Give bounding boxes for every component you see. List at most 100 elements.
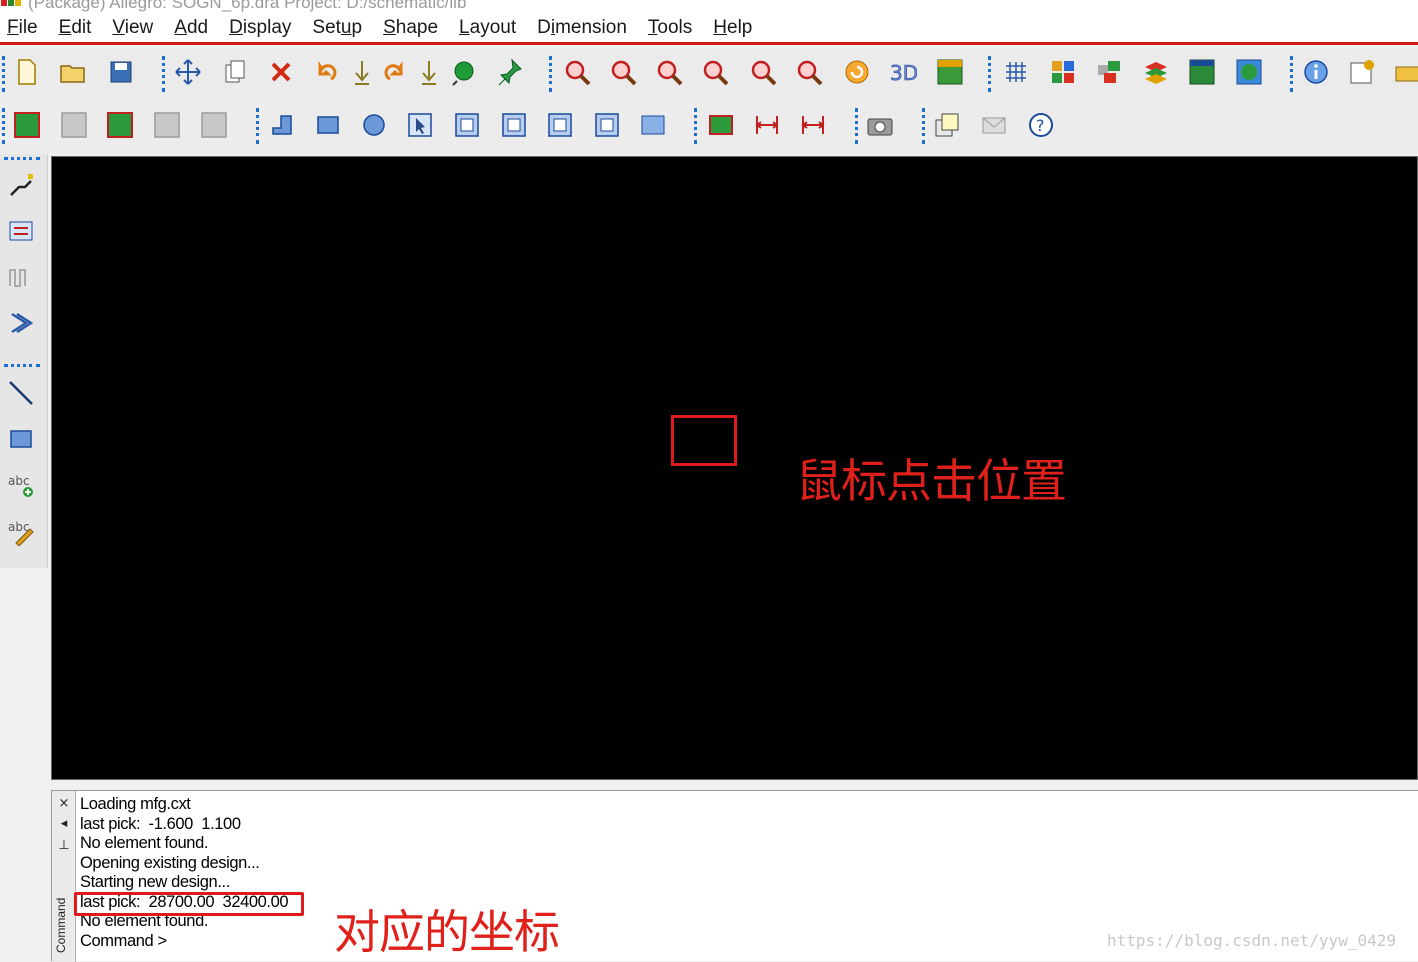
- menu-help[interactable]: Help: [713, 17, 752, 39]
- delete-icon[interactable]: [264, 55, 298, 89]
- grid-icon[interactable]: [999, 55, 1033, 89]
- dimension-linear-icon[interactable]: [750, 108, 784, 142]
- zoom-in-icon[interactable]: [652, 55, 686, 89]
- command-line: Opening existing design...: [80, 853, 260, 872]
- add-connect-icon[interactable]: [4, 168, 38, 202]
- toolbar-grip[interactable]: [2, 108, 6, 144]
- command-line: last pick: -1.600 1.100: [80, 814, 241, 833]
- command-panel-label: Command: [54, 897, 68, 953]
- shape-gray-2-icon[interactable]: [150, 108, 184, 142]
- refresh-icon[interactable]: [840, 55, 874, 89]
- menu-setup[interactable]: Setup: [312, 17, 362, 39]
- down-arrow-icon[interactable]: [345, 55, 379, 89]
- toolbar-grip[interactable]: [549, 56, 553, 92]
- flip-board-icon[interactable]: [933, 55, 967, 89]
- select-shape-icon[interactable]: [403, 108, 437, 142]
- shape-void-icon[interactable]: [497, 108, 531, 142]
- redo-icon[interactable]: [378, 55, 412, 89]
- shape-square-icon[interactable]: [543, 108, 577, 142]
- toolbar-grip[interactable]: [855, 108, 859, 144]
- menu-tools[interactable]: Tools: [648, 17, 692, 39]
- svg-text:3D: 3D: [890, 61, 917, 85]
- shape-edit-icon[interactable]: [636, 108, 670, 142]
- open-folder-icon[interactable]: [56, 55, 90, 89]
- copy-window-icon[interactable]: [930, 108, 964, 142]
- help-icon[interactable]: ?: [1024, 108, 1058, 142]
- edit-text-icon[interactable]: abc: [4, 514, 38, 548]
- toolbar-grip[interactable]: [694, 108, 698, 144]
- info-icon[interactable]: [1299, 55, 1333, 89]
- command-prompt[interactable]: Command >: [80, 932, 288, 952]
- toolbar-grip[interactable]: [256, 108, 260, 144]
- zoom-fit-icon[interactable]: [560, 55, 594, 89]
- save-icon[interactable]: [104, 55, 138, 89]
- toolbar-grip[interactable]: [2, 56, 6, 92]
- slide-icon[interactable]: [4, 214, 38, 248]
- globe-icon[interactable]: [1232, 55, 1266, 89]
- pin-icon[interactable]: ⊥: [55, 837, 73, 855]
- move-icon[interactable]: [171, 55, 205, 89]
- coordinate-annotation: 对应的坐标: [334, 905, 560, 959]
- new-file-icon[interactable]: [10, 55, 44, 89]
- add-rectangle-icon[interactable]: [311, 108, 345, 142]
- left-panel-background: [0, 568, 50, 961]
- left-toolbar: abc abc: [0, 154, 48, 568]
- ratsnest-icon[interactable]: [447, 55, 481, 89]
- secondary-toolbar: ?: [0, 100, 1418, 154]
- menu-dimension[interactable]: Dimension: [537, 17, 627, 39]
- add-text-icon[interactable]: abc: [4, 468, 38, 502]
- toolbar-grip[interactable]: [4, 157, 40, 160]
- add-rect-icon[interactable]: [4, 422, 38, 456]
- menu-layout[interactable]: Layout: [459, 17, 516, 39]
- toolbar-grip[interactable]: [988, 56, 992, 92]
- layers-stack-icon[interactable]: [1139, 55, 1173, 89]
- shape-round-icon[interactable]: [590, 108, 624, 142]
- 3d-view-icon[interactable]: 3D: [885, 55, 919, 89]
- main-toolbar: 3D: [0, 48, 1418, 100]
- menu-view[interactable]: View: [112, 17, 153, 39]
- close-icon[interactable]: ×: [55, 795, 73, 813]
- properties-icon[interactable]: [1345, 55, 1379, 89]
- title-bar: (Package) Allegro: SOGN_6p.dra Project: …: [0, 0, 1418, 14]
- shape-gray-icon[interactable]: [57, 108, 91, 142]
- color-palette-icon[interactable]: [1046, 55, 1080, 89]
- add-line-icon[interactable]: [4, 376, 38, 410]
- down-arrow-2-icon[interactable]: [412, 55, 446, 89]
- add-line-step-icon[interactable]: [265, 108, 299, 142]
- fanout-icon[interactable]: [4, 306, 38, 340]
- toolbar-grip[interactable]: [922, 108, 926, 144]
- zoom-previous-icon[interactable]: [746, 55, 780, 89]
- menu-file[interactable]: File: [7, 17, 38, 39]
- copy-icon[interactable]: [218, 55, 252, 89]
- command-line: No element found.: [80, 834, 209, 852]
- menu-display[interactable]: Display: [229, 17, 291, 39]
- shape-gray-3-icon[interactable]: [197, 108, 231, 142]
- menu-shape[interactable]: Shape: [383, 17, 438, 39]
- zoom-world-icon[interactable]: [792, 55, 826, 89]
- collapse-arrow-icon[interactable]: ◂: [55, 815, 73, 833]
- camera-icon[interactable]: [863, 108, 897, 142]
- svg-text:abc: abc: [8, 474, 30, 488]
- command-panel: × ◂ ⊥ Command Loading mfg.cxt last pick:…: [51, 790, 1418, 962]
- undo-icon[interactable]: [309, 55, 343, 89]
- design-canvas[interactable]: 鼠标点击位置: [51, 156, 1418, 780]
- chip-icon[interactable]: [704, 108, 738, 142]
- merge-shapes-icon[interactable]: [450, 108, 484, 142]
- toolbar-grip[interactable]: [162, 56, 166, 92]
- constraint-manager-icon[interactable]: [1185, 55, 1219, 89]
- dimension-horizontal-icon[interactable]: [796, 108, 830, 142]
- pin-icon[interactable]: [492, 55, 526, 89]
- add-circle-icon[interactable]: [357, 108, 391, 142]
- zoom-out-icon[interactable]: [698, 55, 732, 89]
- mail-icon[interactable]: [977, 108, 1011, 142]
- measure-icon[interactable]: [1392, 55, 1418, 89]
- shape-route-icon[interactable]: [103, 108, 137, 142]
- menu-add[interactable]: Add: [174, 17, 208, 39]
- toolbar-grip[interactable]: [4, 364, 40, 367]
- delay-tune-icon[interactable]: [4, 260, 38, 294]
- layer-visibility-icon[interactable]: [1092, 55, 1126, 89]
- shape-green-icon[interactable]: [10, 108, 44, 142]
- menu-edit[interactable]: Edit: [59, 17, 92, 39]
- toolbar-grip[interactable]: [1290, 56, 1294, 92]
- zoom-in-box-icon[interactable]: [606, 55, 640, 89]
